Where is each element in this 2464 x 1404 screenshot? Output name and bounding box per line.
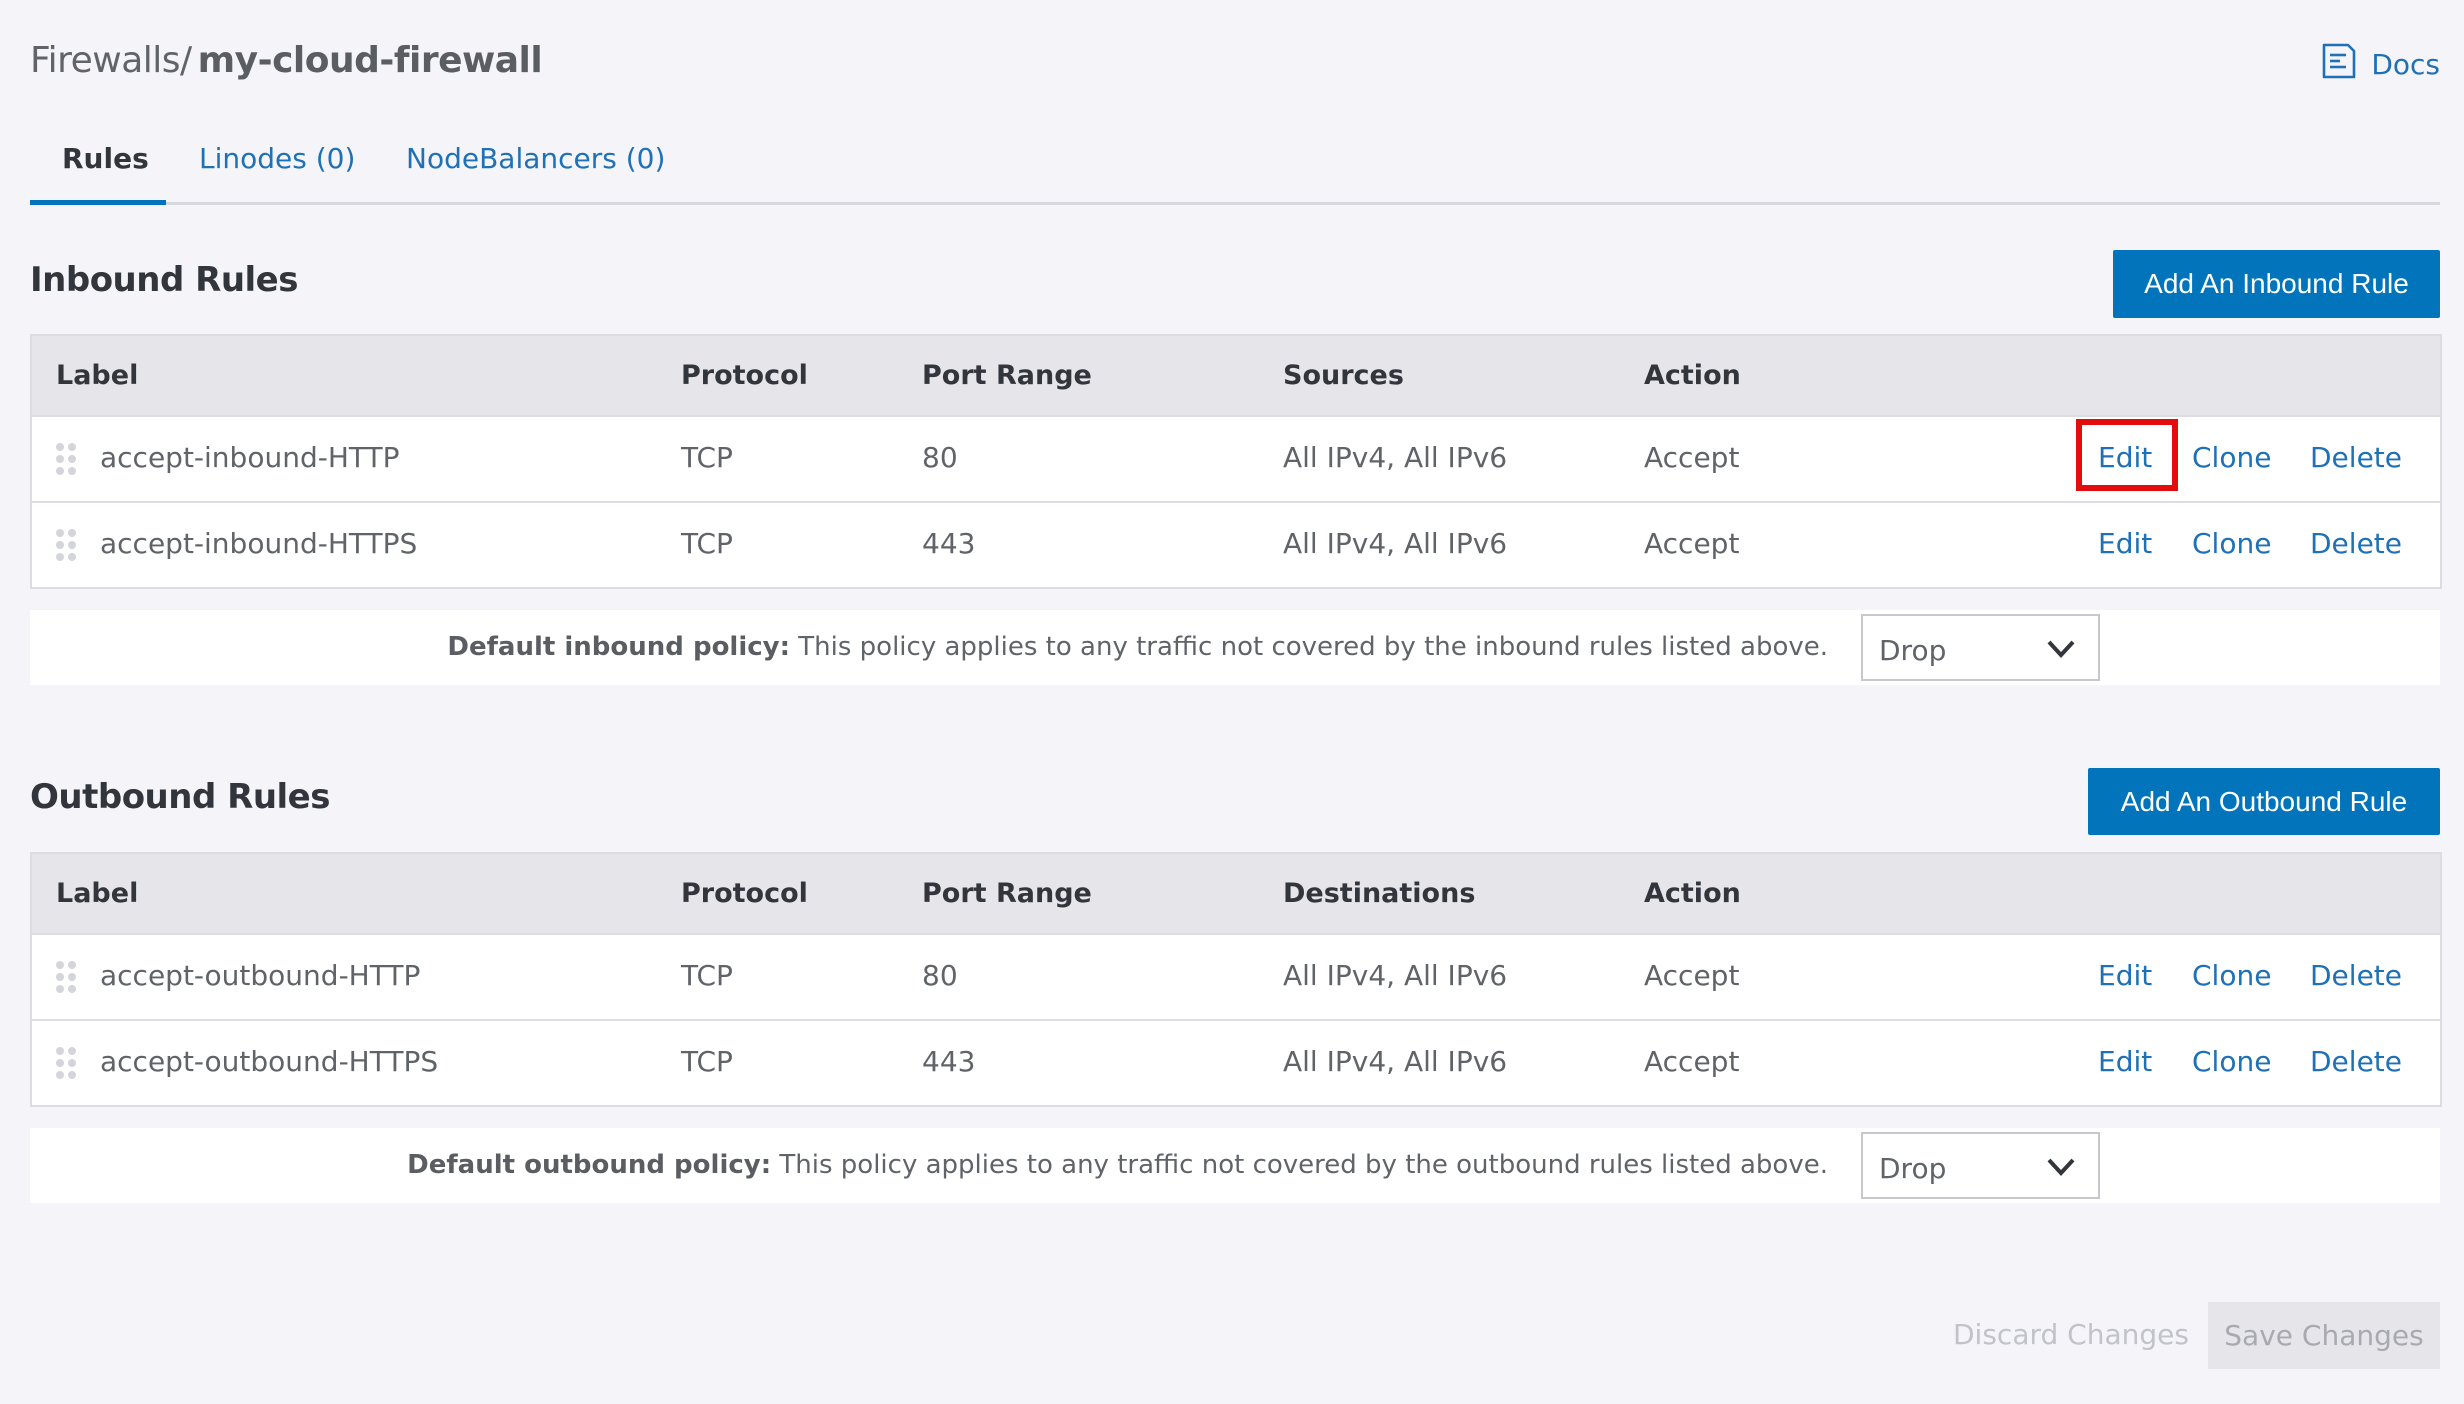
rule-protocol: TCP: [681, 441, 733, 474]
rule-destinations: All IPv4, All IPv6: [1283, 1045, 1508, 1078]
docs-link[interactable]: Docs: [2321, 42, 2440, 87]
rule-ports: 443: [922, 1045, 976, 1078]
column-header-port-range: Port Range: [922, 360, 1092, 391]
rule-label: accept-outbound-HTTPS: [100, 1045, 439, 1078]
delete-button[interactable]: Delete: [2310, 959, 2402, 992]
clone-button[interactable]: Clone: [2192, 959, 2271, 992]
tab-rules[interactable]: Rules: [62, 142, 149, 175]
outbound-rules-title: Outbound Rules: [30, 777, 330, 817]
clone-button[interactable]: Clone: [2192, 441, 2271, 474]
rule-action: Accept: [1644, 959, 1740, 992]
docs-icon: [2321, 42, 2357, 87]
rule-ports: 80: [922, 441, 958, 474]
rule-ports: 80: [922, 959, 958, 992]
add-inbound-rule-button[interactable]: Add An Inbound Rule: [2113, 250, 2440, 318]
drag-handle-icon[interactable]: [56, 961, 78, 993]
outbound-policy-text: Default outbound policy: This policy app…: [407, 1150, 1828, 1180]
rule-destinations: All IPv4, All IPv6: [1283, 959, 1508, 992]
rule-label: accept-outbound-HTTP: [100, 959, 421, 992]
rule-protocol: TCP: [681, 1045, 733, 1078]
tab-nodebalancers[interactable]: NodeBalancers (0): [406, 142, 665, 175]
outbound-policy-select[interactable]: Drop: [1861, 1132, 2100, 1199]
drag-handle-icon[interactable]: [56, 443, 78, 475]
docs-label: Docs: [2371, 48, 2440, 81]
column-header-destinations: Destinations: [1283, 878, 1476, 909]
edit-button[interactable]: Edit: [2098, 959, 2152, 992]
inbound-policy-row: Default inbound policy: This policy appl…: [30, 610, 2440, 685]
drag-handle-icon[interactable]: [56, 1047, 78, 1079]
delete-button[interactable]: Delete: [2310, 1045, 2402, 1078]
rule-ports: 443: [922, 527, 976, 560]
clone-button[interactable]: Clone: [2192, 1045, 2271, 1078]
drag-handle-icon[interactable]: [56, 529, 78, 561]
inbound-policy-select[interactable]: Drop: [1861, 614, 2100, 681]
tab-linodes[interactable]: Linodes (0): [199, 142, 355, 175]
outbound-policy-row: Default outbound policy: This policy app…: [30, 1128, 2440, 1203]
delete-button[interactable]: Delete: [2310, 441, 2402, 474]
rule-label: accept-inbound-HTTP: [100, 441, 400, 474]
table-row: accept-inbound-HTTPS TCP 443 All IPv4, A…: [32, 503, 2440, 587]
inbound-rules-title: Inbound Rules: [30, 260, 298, 300]
table-row: accept-outbound-HTTP TCP 80 All IPv4, Al…: [32, 935, 2440, 1021]
outbound-rules-table: Label Protocol Port Range Destinations A…: [30, 852, 2442, 1107]
table-header: Label Protocol Port Range Destinations A…: [32, 854, 2440, 935]
breadcrumb-firewalls-link[interactable]: Firewalls: [30, 40, 181, 81]
rule-sources: All IPv4, All IPv6: [1283, 441, 1508, 474]
outbound-policy-value: Drop: [1879, 1152, 1947, 1185]
rule-protocol: TCP: [681, 527, 733, 560]
tab-bar: Rules Linodes (0) NodeBalancers (0): [30, 130, 2440, 205]
rule-action: Accept: [1644, 1045, 1740, 1078]
page-title[interactable]: my-cloud-firewall: [198, 40, 543, 81]
edit-button[interactable]: Edit: [2098, 441, 2152, 474]
chevron-down-icon: [2047, 1158, 2075, 1176]
column-header-sources: Sources: [1283, 360, 1404, 391]
table-row: accept-outbound-HTTPS TCP 443 All IPv4, …: [32, 1021, 2440, 1105]
column-header-protocol: Protocol: [681, 360, 808, 391]
table-header: Label Protocol Port Range Sources Action: [32, 336, 2440, 417]
delete-button[interactable]: Delete: [2310, 527, 2402, 560]
column-header-label: Label: [56, 878, 139, 909]
breadcrumb: Firewalls/my-cloud-firewall: [30, 40, 543, 81]
column-header-action: Action: [1644, 878, 1741, 909]
inbound-rules-table: Label Protocol Port Range Sources Action…: [30, 334, 2442, 589]
save-changes-button[interactable]: Save Changes: [2208, 1302, 2440, 1369]
breadcrumb-separator: /: [180, 40, 192, 81]
discard-changes-button[interactable]: Discard Changes: [1953, 1318, 2189, 1351]
inbound-policy-value: Drop: [1879, 634, 1947, 667]
chevron-down-icon: [2047, 640, 2075, 658]
rule-sources: All IPv4, All IPv6: [1283, 527, 1508, 560]
column-header-port-range: Port Range: [922, 878, 1092, 909]
edit-button[interactable]: Edit: [2098, 1045, 2152, 1078]
edit-button[interactable]: Edit: [2098, 527, 2152, 560]
rule-label: accept-inbound-HTTPS: [100, 527, 418, 560]
active-tab-indicator: [30, 200, 166, 205]
rule-action: Accept: [1644, 527, 1740, 560]
inbound-policy-description: This policy applies to any traffic not c…: [798, 632, 1828, 662]
clone-button[interactable]: Clone: [2192, 527, 2271, 560]
column-header-label: Label: [56, 360, 139, 391]
rule-action: Accept: [1644, 441, 1740, 474]
column-header-protocol: Protocol: [681, 878, 808, 909]
outbound-policy-description: This policy applies to any traffic not c…: [779, 1150, 1828, 1180]
outbound-policy-label: Default outbound policy:: [407, 1150, 772, 1180]
rule-protocol: TCP: [681, 959, 733, 992]
add-outbound-rule-button[interactable]: Add An Outbound Rule: [2088, 768, 2440, 835]
inbound-policy-label: Default inbound policy:: [447, 632, 791, 662]
table-row: accept-inbound-HTTP TCP 80 All IPv4, All…: [32, 417, 2440, 503]
inbound-policy-text: Default inbound policy: This policy appl…: [447, 632, 1828, 662]
column-header-action: Action: [1644, 360, 1741, 391]
